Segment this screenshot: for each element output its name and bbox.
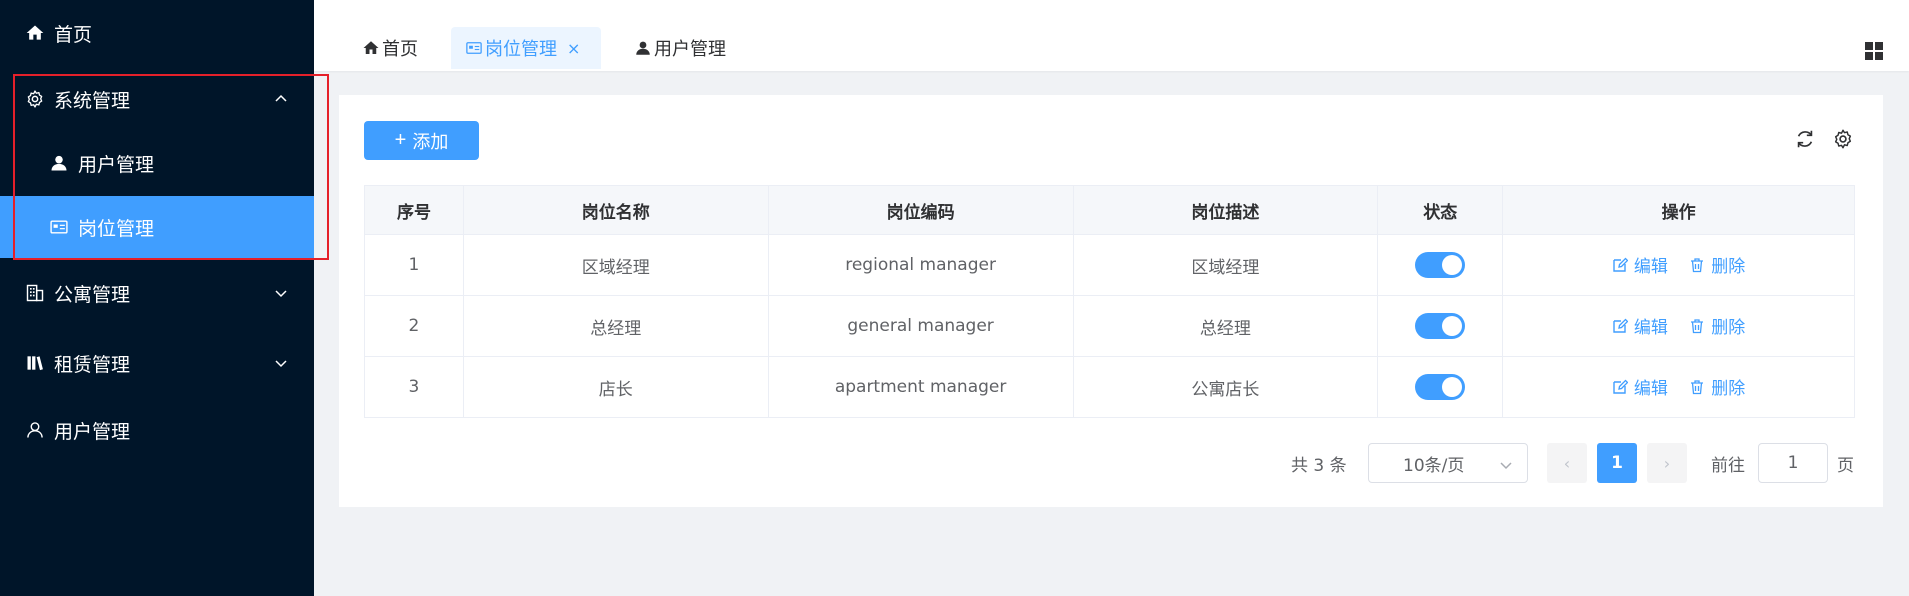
cell-description: 总经理 — [1072, 295, 1379, 357]
delete-button[interactable]: 删除 — [1689, 374, 1745, 399]
edit-button[interactable]: 编辑 — [1612, 252, 1668, 277]
cell-status — [1377, 234, 1504, 296]
delete-button[interactable]: 删除 — [1689, 313, 1745, 338]
page-number-1[interactable]: 1 — [1597, 443, 1637, 483]
id-card-icon — [466, 42, 482, 54]
chevron-down-icon — [274, 286, 288, 300]
main-card: + 添加 序号 岗位名称 岗位编码 岗位描述 状态 操作 1 区域经理 regi… — [339, 95, 1883, 507]
cell-name: 区域经理 — [462, 234, 769, 296]
home-icon — [24, 22, 46, 44]
cell-index: 1 — [364, 234, 464, 296]
trash-icon — [1691, 258, 1704, 272]
cell-actions: 编辑 删除 — [1502, 234, 1855, 296]
sidebar-item-label: 岗位管理 — [78, 217, 155, 240]
chevron-down-icon — [1499, 457, 1513, 471]
chevron-down-icon — [274, 356, 288, 370]
cell-code: general manager — [767, 295, 1074, 357]
sidebar-item-label: 首页 — [54, 23, 93, 46]
id-card-icon — [48, 216, 70, 238]
sidebar-item-label: 租赁管理 — [54, 353, 131, 376]
tab-position-management[interactable]: 岗位管理 × — [451, 27, 601, 69]
settings-gear-icon[interactable] — [1832, 128, 1856, 152]
tab-home[interactable]: 首页 — [348, 27, 432, 69]
delete-button[interactable]: 删除 — [1689, 252, 1745, 277]
cell-name: 总经理 — [462, 295, 769, 357]
edit-icon — [1613, 318, 1628, 333]
cell-description: 公寓店长 — [1072, 356, 1379, 418]
sidebar-item-position-management[interactable]: 岗位管理 — [0, 196, 314, 258]
header-actions: 操作 — [1502, 185, 1855, 235]
cell-status — [1377, 356, 1504, 418]
tab-label: 首页 — [382, 39, 418, 60]
grid-icon[interactable] — [1864, 41, 1884, 61]
table-header-row: 序号 岗位名称 岗位编码 岗位描述 状态 操作 — [364, 185, 1855, 235]
sidebar-item-apartment[interactable]: 公寓管理 — [0, 260, 314, 326]
table-row: 1 区域经理 regional manager 区域经理 编辑 删除 — [364, 234, 1855, 296]
trash-icon — [1691, 380, 1704, 394]
edit-icon — [1613, 257, 1628, 272]
sidebar-item-home[interactable]: 首页 — [0, 0, 314, 66]
add-button[interactable]: + 添加 — [364, 121, 479, 160]
user-outline-icon — [24, 419, 46, 441]
status-toggle[interactable] — [1415, 252, 1466, 278]
pagination-total: 共 3 条 — [1291, 455, 1347, 476]
books-icon — [24, 352, 46, 374]
building-icon — [24, 282, 46, 304]
goto-label: 前往 — [1711, 455, 1745, 476]
positions-table: 序号 岗位名称 岗位编码 岗位描述 状态 操作 1 区域经理 regional … — [364, 185, 1855, 418]
prev-page-button[interactable]: ‹ — [1547, 443, 1587, 483]
sidebar-item-system[interactable]: 系统管理 — [0, 66, 314, 132]
header-index: 序号 — [364, 185, 464, 235]
cell-status — [1377, 295, 1504, 357]
sidebar-item-user[interactable]: 用户管理 — [0, 397, 314, 463]
close-icon[interactable]: × — [567, 39, 580, 58]
cell-actions: 编辑 删除 — [1502, 356, 1855, 418]
next-page-button[interactable]: › — [1647, 443, 1687, 483]
plus-icon: + — [394, 129, 407, 151]
sidebar-item-label: 公寓管理 — [54, 283, 131, 306]
cell-description: 区域经理 — [1072, 234, 1379, 296]
edit-button[interactable]: 编辑 — [1612, 374, 1668, 399]
tab-label: 岗位管理 — [485, 39, 557, 60]
status-toggle[interactable] — [1415, 313, 1466, 339]
refresh-icon[interactable] — [1794, 128, 1818, 152]
status-toggle[interactable] — [1415, 374, 1466, 400]
chevron-up-icon — [274, 92, 288, 106]
sidebar-item-label: 用户管理 — [54, 420, 131, 443]
tab-user-management[interactable]: 用户管理 — [620, 27, 740, 69]
cell-index: 3 — [364, 356, 464, 418]
cell-actions: 编辑 删除 — [1502, 295, 1855, 357]
user-filled-icon — [636, 41, 650, 55]
gear-icon — [24, 88, 46, 110]
page-size-value: 10条/页 — [1403, 455, 1465, 476]
cell-name: 店长 — [462, 356, 769, 418]
tabs-bar: 首页 岗位管理 × 用户管理 — [314, 0, 1909, 71]
edit-icon — [1613, 379, 1628, 394]
header-status: 状态 — [1377, 185, 1504, 235]
page-suffix: 页 — [1837, 455, 1854, 476]
table-row: 2 总经理 general manager 总经理 编辑 删除 — [364, 295, 1855, 357]
sidebar-item-label: 系统管理 — [54, 89, 131, 112]
sidebar-item-user-management[interactable]: 用户管理 — [0, 132, 314, 194]
trash-icon — [1691, 319, 1704, 333]
header-name: 岗位名称 — [462, 185, 769, 235]
user-filled-icon — [48, 152, 70, 174]
table-row: 3 店长 apartment manager 公寓店长 编辑 删除 — [364, 356, 1855, 418]
sidebar-item-label: 用户管理 — [78, 153, 155, 176]
add-button-label: 添加 — [412, 131, 449, 152]
goto-page-input[interactable]: 1 — [1758, 443, 1828, 483]
home-icon — [363, 41, 379, 54]
cell-code: regional manager — [767, 234, 1074, 296]
cell-code: apartment manager — [767, 356, 1074, 418]
tab-label: 用户管理 — [654, 39, 726, 60]
page-size-select[interactable]: 10条/页 — [1368, 443, 1528, 483]
edit-button[interactable]: 编辑 — [1612, 313, 1668, 338]
header-description: 岗位描述 — [1072, 185, 1379, 235]
sidebar-item-lease[interactable]: 租赁管理 — [0, 330, 314, 396]
sidebar: 首页 系统管理 用户管理 岗位管理 公寓管理 租赁管理 用户管理 — [0, 0, 314, 596]
cell-index: 2 — [364, 295, 464, 357]
header-code: 岗位编码 — [767, 185, 1074, 235]
